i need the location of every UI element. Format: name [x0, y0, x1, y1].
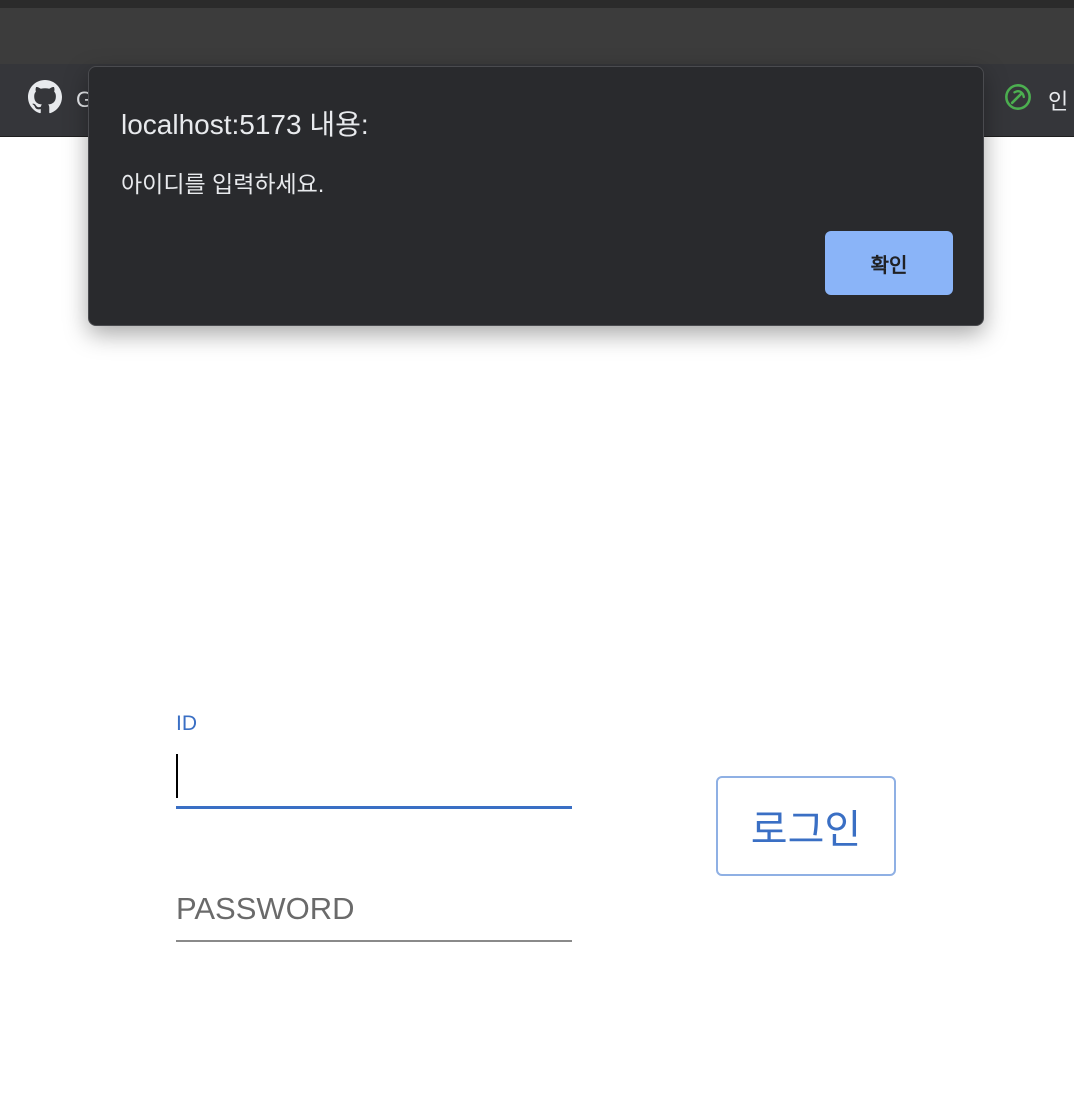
password-field: [176, 860, 572, 944]
id-label: ID: [176, 712, 197, 735]
alert-ok-button[interactable]: 확인: [825, 231, 953, 295]
password-input[interactable]: [176, 878, 572, 942]
alert-message: 아이디를 입력하세요.: [121, 171, 325, 197]
github-icon: [28, 80, 62, 120]
id-field: ID: [176, 700, 572, 812]
alert-title: localhost:5173 내용:: [121, 109, 369, 140]
bookmark-github[interactable]: G: [28, 80, 93, 120]
alert-dialog: localhost:5173 내용: 아이디를 입력하세요. 확인: [88, 66, 984, 326]
text-cursor: [176, 754, 178, 798]
browser-tab-bar: [0, 8, 1074, 64]
leaf-icon: [1004, 83, 1032, 117]
id-input[interactable]: [176, 750, 572, 809]
window-top-edge: [0, 0, 1074, 8]
bookmark-leaf-label: 인: [1048, 89, 1069, 114]
bookmark-leaf[interactable]: 인: [1004, 82, 1068, 118]
login-button[interactable]: 로그인: [716, 776, 896, 876]
